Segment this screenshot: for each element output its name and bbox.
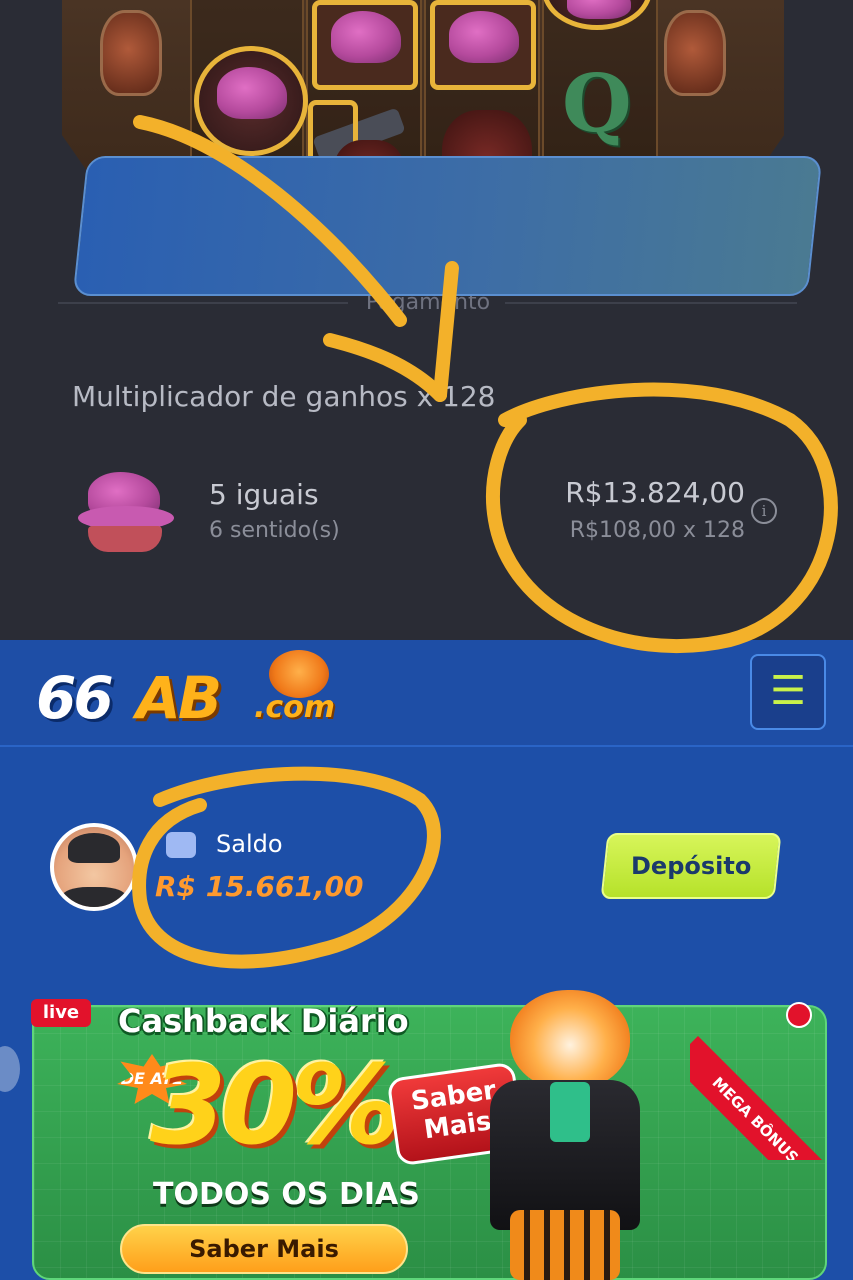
win-amount: R$13.824,00	[565, 476, 745, 509]
deposit-button-label: Depósito	[630, 852, 752, 880]
mega-bonus-ribbon: MEGA BÔNUS	[690, 1036, 830, 1160]
cowboy-hat-icon	[217, 67, 287, 119]
gold-hat-symbol	[312, 0, 418, 90]
logo-text-ab: AB	[136, 664, 222, 732]
whiskey-bottle-icon	[664, 10, 726, 96]
tiger-mascot-icon	[470, 990, 670, 1280]
banner-subtitle: TODOS OS DIAS	[153, 1177, 420, 1212]
logo-text-66: 66	[36, 664, 114, 732]
logo-text-com: .com	[254, 690, 336, 725]
tiger-head	[510, 990, 630, 1090]
avatar-cap	[68, 833, 120, 863]
mega-bonus-corner: MEGA BÔNUS	[690, 1000, 830, 1160]
divider	[58, 302, 348, 304]
live-badge: live	[31, 999, 91, 1027]
win-calculation: R$108,00 x 128	[569, 518, 745, 543]
letter-q-symbol-icon: Q	[562, 56, 632, 150]
cowboy-hat-icon	[449, 11, 519, 63]
whiskey-bottle-icon	[100, 10, 162, 96]
saber-mais-button[interactable]: Saber Mais	[120, 1224, 408, 1274]
banner-title: Cashback Diário	[118, 1002, 409, 1040]
notification-dot	[786, 1002, 812, 1028]
menu-icon: ☰	[770, 668, 806, 714]
wallet-icon	[166, 832, 196, 858]
banner-percentage: 30%	[150, 1041, 401, 1169]
cowboy-hat-icon	[78, 468, 174, 554]
divider	[505, 302, 797, 304]
info-icon[interactable]: i	[751, 498, 777, 524]
balance-value: R$ 15.661,00	[155, 870, 364, 903]
gold-hat-symbol	[430, 0, 536, 90]
tiger-legs	[510, 1210, 620, 1280]
tiger-scarf	[550, 1082, 590, 1142]
slot-paytable-panel: Q Pagamento Multiplicador de ganhos x 12…	[0, 0, 853, 640]
cowboy-hat-icon	[331, 11, 401, 63]
avatar[interactable]	[50, 823, 138, 911]
win-multiplier-text: Multiplicador de ganhos x 128	[72, 380, 496, 413]
symbol-ways: 6 sentido(s)	[209, 518, 340, 543]
deposit-button[interactable]: Depósito	[600, 833, 782, 899]
symbol-match-count: 5 iguais	[209, 478, 319, 511]
cowboy-hat-icon	[567, 0, 631, 19]
menu-button[interactable]: ☰	[750, 654, 826, 730]
balance-label: Saldo	[216, 830, 283, 858]
balance-card	[72, 156, 823, 296]
gold-hat-symbol	[194, 46, 308, 156]
app-header: 66 AB .com ☰	[0, 640, 853, 747]
